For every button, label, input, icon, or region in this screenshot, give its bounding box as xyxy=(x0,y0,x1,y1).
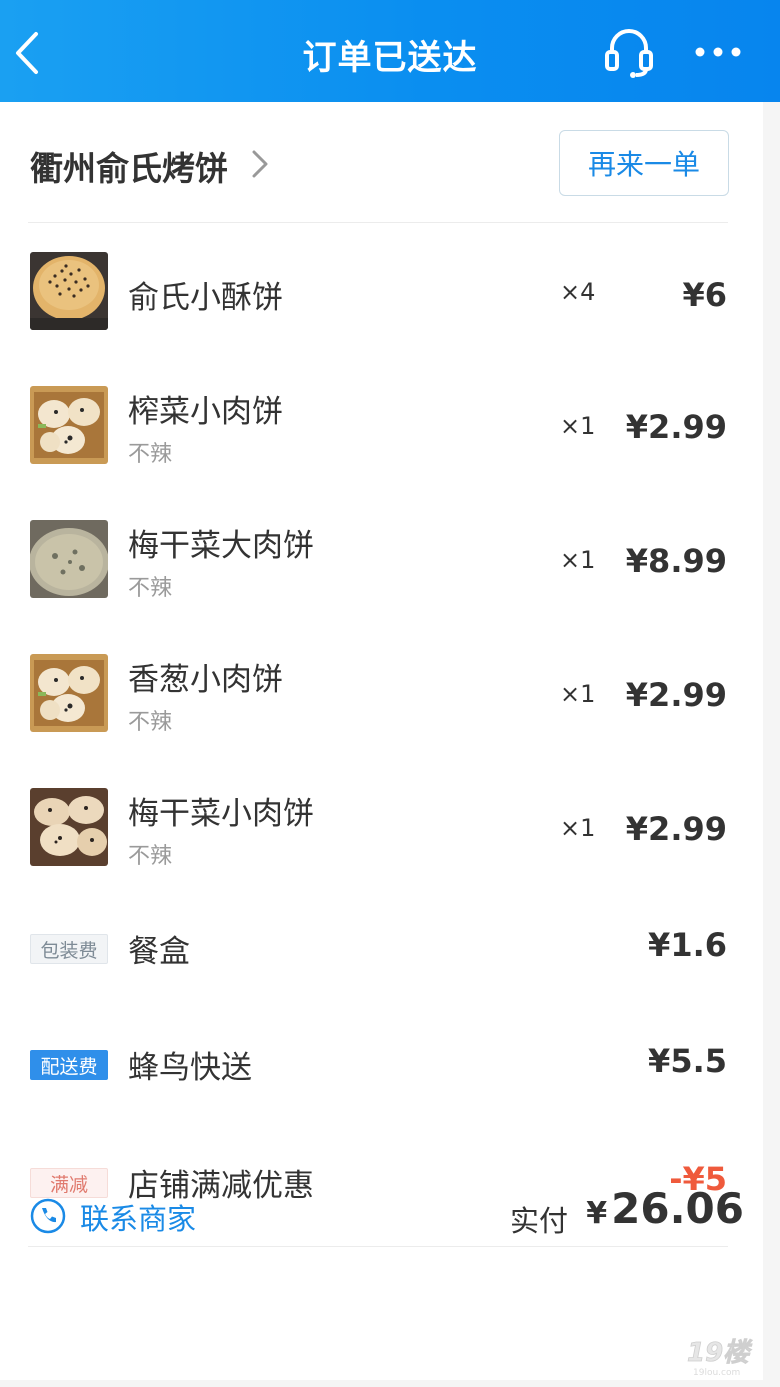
fee-value: ¥5.5 xyxy=(648,1042,727,1080)
item-price: ¥2.99 xyxy=(625,810,727,848)
top-bar: 订单已送达 xyxy=(0,0,780,102)
fee-label: 蜂鸟快送 xyxy=(128,1050,252,1086)
svg-text:19楼: 19楼 xyxy=(687,1338,753,1368)
item-price: ¥6 xyxy=(682,276,727,314)
reorder-button[interactable]: 再来一单 xyxy=(559,130,729,196)
svg-text:19lou.com: 19lou.com xyxy=(693,1368,740,1378)
more-dots-icon xyxy=(695,47,741,57)
item-spec: 不辣 xyxy=(128,442,173,467)
shop-name[interactable]: 衢州俞氏烤饼 xyxy=(30,142,228,190)
item-spec: 不辣 xyxy=(128,844,173,869)
food-image xyxy=(30,252,108,330)
item-price: ¥8.99 xyxy=(625,542,727,580)
watermark-logo: 19楼 19lou.com xyxy=(683,1333,755,1379)
paid-amount: ¥26.06 xyxy=(586,1184,744,1233)
item-name: 梅干菜大肉饼 xyxy=(128,528,314,564)
item-name: 香葱小肉饼 xyxy=(128,662,283,698)
phone-icon xyxy=(30,1198,66,1234)
fee-tag: 满减 xyxy=(30,1168,108,1198)
fee-value: ¥1.6 xyxy=(648,926,727,964)
headset-icon xyxy=(605,29,653,78)
fee-tag: 包装费 xyxy=(30,934,108,964)
more-button[interactable] xyxy=(688,30,748,74)
item-quantity: ×1 xyxy=(560,814,596,842)
item-price: ¥2.99 xyxy=(625,676,727,714)
food-image xyxy=(30,520,108,598)
paid-label: 实付 xyxy=(510,1204,569,1238)
food-image xyxy=(30,654,108,732)
paid-value: 26.06 xyxy=(611,1184,744,1233)
item-quantity: ×1 xyxy=(560,680,596,708)
fee-row-delivery: 配送费 蜂鸟快送 ¥5.5 xyxy=(0,1042,763,1100)
customer-service-button[interactable] xyxy=(600,24,658,80)
chevron-right-icon[interactable] xyxy=(248,146,272,182)
item-quantity: ×1 xyxy=(560,412,596,440)
contact-merchant-label: 联系商家 xyxy=(80,1202,197,1236)
page-title: 订单已送达 xyxy=(302,38,478,78)
item-quantity: ×4 xyxy=(560,278,596,306)
divider xyxy=(28,222,728,223)
food-image xyxy=(30,386,108,464)
item-price: ¥2.99 xyxy=(625,408,727,446)
item-spec: 不辣 xyxy=(128,576,173,601)
fee-row-packaging: 包装费 餐盒 ¥1.6 xyxy=(0,926,763,984)
item-quantity: ×1 xyxy=(560,546,596,574)
fee-label: 餐盒 xyxy=(128,934,190,970)
item-spec: 不辣 xyxy=(128,710,173,735)
fee-tag: 配送费 xyxy=(30,1050,108,1080)
item-name: 梅干菜小肉饼 xyxy=(128,796,314,832)
paid-currency: ¥ xyxy=(586,1196,608,1231)
divider xyxy=(28,1246,728,1247)
item-name: 榨菜小肉饼 xyxy=(128,394,283,430)
item-name: 俞氏小酥饼 xyxy=(128,280,283,316)
food-image xyxy=(30,788,108,866)
